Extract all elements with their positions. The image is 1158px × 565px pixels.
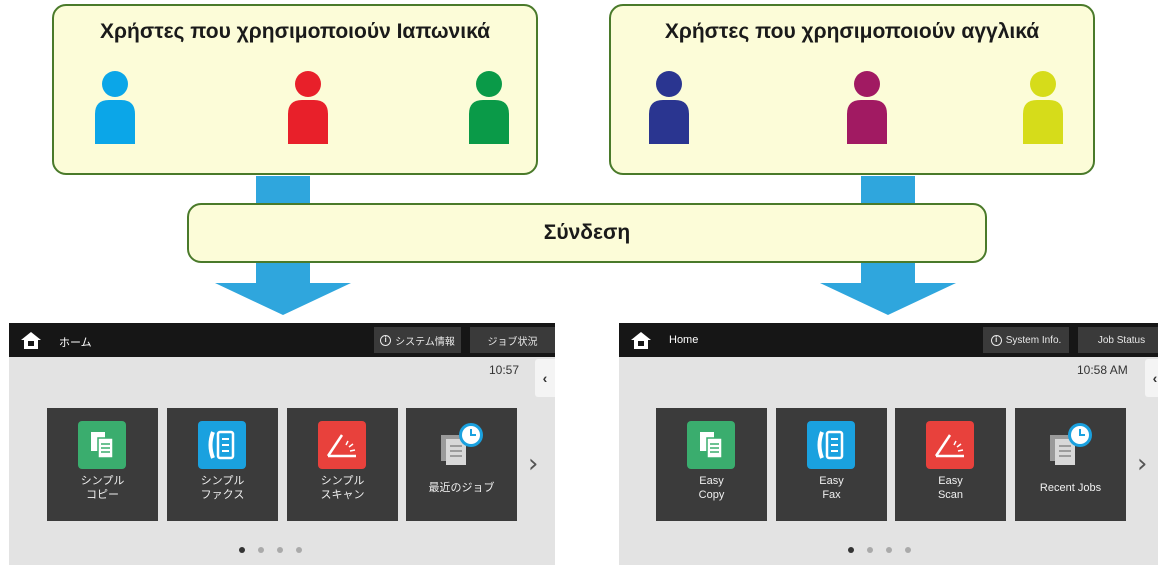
easy-copy-tile[interactable]: シンプル コピー [47,408,158,521]
home-label: ホーム [59,337,92,349]
english-users-group: Χρήστες που χρησιμοποιούν αγγλικά [609,4,1095,175]
home-label: Home [669,334,699,346]
tile-label: Easy Copy [698,475,725,501]
job-status-button[interactable]: ジョブ状況 [470,327,555,353]
system-info-button[interactable]: i システム情報 [374,327,461,353]
japanese-users-title: Χρήστες που χρησιμοποιούν Ιαπωνικά [100,20,490,43]
user-icon [646,70,692,144]
system-info-label: システム情報 [395,336,455,348]
connector-left [256,176,310,204]
page-indicator [848,547,911,553]
easy-scan-tile[interactable]: Easy Scan [895,408,1006,521]
tile-label: シンプル ファクス [200,475,245,501]
page-dot[interactable] [867,547,873,553]
clock: 10:58 AM [1077,363,1128,377]
easy-fax-tile[interactable]: Easy Fax [776,408,887,521]
user-icon [1020,70,1066,144]
easy-copy-tile[interactable]: Easy Copy [656,408,767,521]
page-dot[interactable] [239,547,245,553]
down-arrow-right [820,263,956,315]
down-arrow-left [215,263,351,315]
user-icon [466,70,512,144]
tile-label: 最近のジョブ [428,482,495,494]
easy-fax-tile[interactable]: シンプル ファクス [167,408,278,521]
system-info-label: System Info. [1005,334,1062,346]
job-status-label: ジョブ状況 [487,336,538,348]
page-dot[interactable] [886,547,892,553]
copy-icon [78,421,126,469]
home-icon[interactable] [631,332,651,349]
system-info-button[interactable]: i System Info. [983,327,1069,353]
page-indicator [239,547,302,553]
recent-jobs-icon [441,423,483,465]
page-dot[interactable] [277,547,283,553]
english-users-title: Χρήστες που χρησιμοποιούν αγγλικά [664,20,1040,43]
next-page-arrow[interactable]: › [1137,449,1147,479]
login-label: Σύνδεση [543,221,631,244]
user-icon [92,70,138,144]
fax-icon [198,421,246,469]
page-dot[interactable] [905,547,911,553]
home-icon[interactable] [21,332,41,349]
collapse-tab[interactable]: ‹ [535,359,555,397]
tile-label: シンプル コピー [80,475,125,501]
job-status-button[interactable]: Job Status [1078,327,1158,353]
scan-icon [926,421,974,469]
japanese-home-screen: ホーム i システム情報 ジョブ状況 10:57 ‹ シンプル コピー シンプル… [9,323,555,565]
user-icon [844,70,890,144]
recent-jobs-tile[interactable]: 最近のジョブ [406,408,517,521]
top-bar: ホーム i システム情報 ジョブ状況 [9,323,555,357]
easy-scan-tile[interactable]: シンプル スキャン [287,408,398,521]
info-icon: i [990,334,1002,346]
page-dot[interactable] [258,547,264,553]
recent-jobs-icon [1050,423,1092,465]
info-icon: i [380,334,392,346]
page-dot[interactable] [848,547,854,553]
copy-icon [687,421,735,469]
scan-icon [318,421,366,469]
page-dot[interactable] [296,547,302,553]
login-step: Σύνδεση [187,203,987,263]
tile-label: Easy Scan [937,475,964,501]
recent-jobs-tile[interactable]: Recent Jobs [1015,408,1126,521]
user-icon [285,70,331,144]
english-home-screen: Home i System Info. Job Status 10:58 AM … [619,323,1158,565]
next-page-arrow[interactable]: › [528,449,538,479]
connector-right [861,176,915,204]
top-bar: Home i System Info. Job Status [619,323,1158,357]
tile-label: シンプル スキャン [320,475,365,501]
job-status-label: Job Status [1097,334,1146,346]
japanese-users-group: Χρήστες που χρησιμοποιούν Ιαπωνικά [52,4,538,175]
tile-label: Easy Fax [819,475,844,501]
tile-label: Recent Jobs [1039,482,1102,494]
fax-icon [807,421,855,469]
collapse-tab[interactable]: ‹ [1145,359,1158,397]
clock: 10:57 [489,363,520,377]
